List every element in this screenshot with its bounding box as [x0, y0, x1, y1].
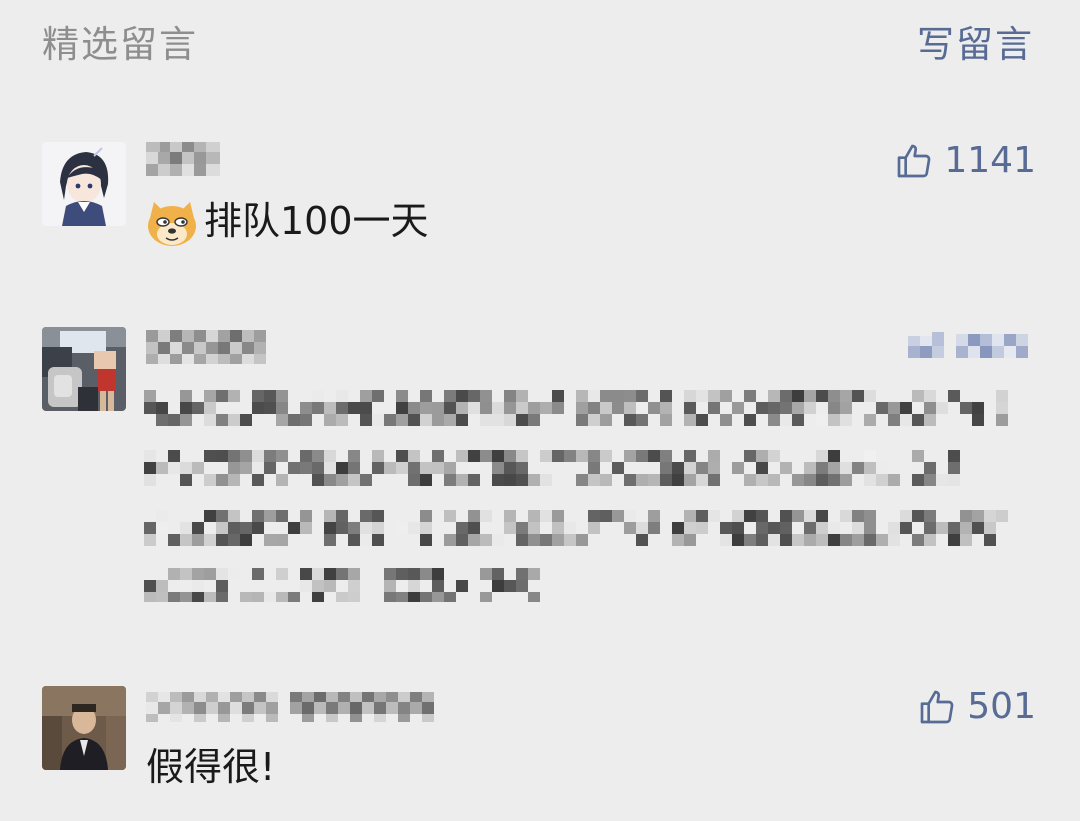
thumbs-up-icon [898, 144, 931, 177]
like-count: 501 [967, 686, 1036, 727]
write-comment-button[interactable]: 写留言 [917, 14, 1034, 68]
comment-text: 假得很! [146, 745, 276, 789]
comment-content: 排队100一天 [146, 192, 429, 250]
comment-content: 假得很! [146, 738, 275, 796]
featured-comments-section: 精选留言 写留言 1141 排队100一天 501 假得很! [0, 0, 1080, 821]
like-count-pixelated [908, 332, 1028, 358]
like-button[interactable] [908, 326, 1036, 366]
avatar[interactable] [42, 327, 126, 411]
like-count: 1141 [944, 140, 1036, 181]
avatar[interactable] [42, 686, 126, 770]
avatar[interactable] [42, 142, 126, 226]
nickname-pixelated [146, 326, 270, 366]
like-button[interactable]: 1141 [894, 140, 1036, 181]
nickname-pixelated [146, 686, 446, 726]
comment-text: 排队100一天 [204, 199, 429, 243]
doge-emoji [148, 201, 196, 246]
section-title: 精选留言 [42, 23, 198, 66]
comment-content-pixelated [144, 382, 1034, 602]
like-button[interactable]: 501 [917, 686, 1036, 727]
nickname-pixelated [146, 140, 226, 180]
thumbs-up-icon [920, 690, 954, 723]
